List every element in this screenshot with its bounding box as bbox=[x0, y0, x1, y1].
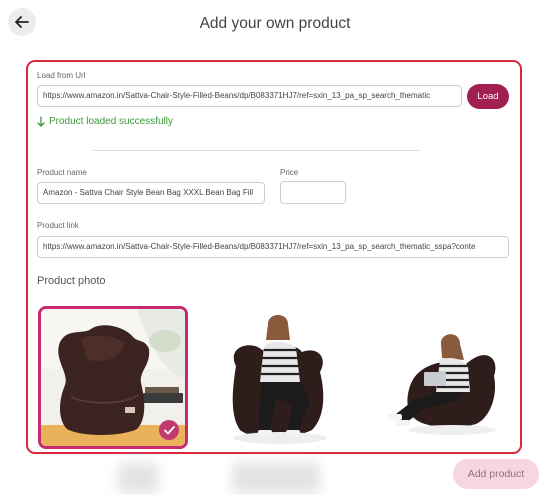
woman-on-bean-bag-image bbox=[206, 306, 356, 449]
price-field[interactable] bbox=[280, 181, 346, 204]
load-button[interactable]: Load bbox=[467, 84, 509, 109]
price-label: Price bbox=[280, 168, 299, 177]
load-status: Product loaded successfully bbox=[37, 116, 173, 127]
url-field[interactable]: https://www.amazon.in/Sattva-Chair-Style… bbox=[37, 85, 462, 107]
check-icon bbox=[163, 425, 175, 434]
product-name-field[interactable]: Amazon - Sattva Chair Style Bean Bag XXX… bbox=[37, 182, 265, 204]
page-title: Add your own product bbox=[199, 15, 351, 32]
woman-with-laptop-image bbox=[358, 306, 508, 449]
divider bbox=[93, 150, 420, 151]
selected-check-badge bbox=[159, 420, 179, 440]
arrow-down-icon bbox=[37, 116, 45, 127]
product-name-label: Product name bbox=[37, 168, 87, 177]
product-link-label: Product link bbox=[37, 221, 79, 230]
url-label: Load from Url bbox=[37, 71, 86, 80]
blurred-background bbox=[232, 463, 320, 493]
product-form-card: Load from Url https://www.amazon.in/Satt… bbox=[26, 60, 522, 454]
blurred-background bbox=[118, 463, 158, 493]
product-photo-1[interactable] bbox=[38, 306, 188, 449]
product-photo-2[interactable] bbox=[206, 306, 356, 449]
product-photo-label: Product photo bbox=[37, 275, 106, 287]
product-photo-3[interactable] bbox=[358, 306, 508, 449]
add-product-button[interactable]: Add product bbox=[453, 459, 539, 489]
product-link-field[interactable]: https://www.amazon.in/Sattva-Chair-Style… bbox=[37, 236, 509, 258]
status-text: Product loaded successfully bbox=[49, 116, 173, 127]
